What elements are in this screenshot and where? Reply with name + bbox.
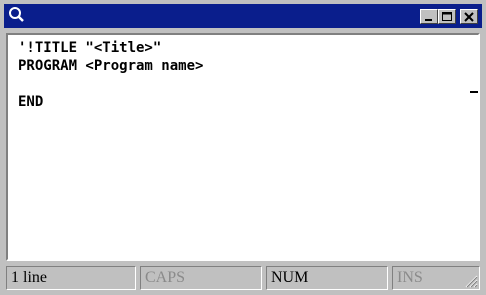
title-bar[interactable] bbox=[4, 4, 482, 28]
status-line-count: 1 line bbox=[6, 266, 136, 290]
magnifier-icon[interactable] bbox=[8, 6, 26, 24]
code-line-end[interactable]: END bbox=[18, 93, 43, 111]
scroll-position-marker bbox=[470, 91, 478, 93]
code-line-title[interactable]: '!TITLE "<Title>" bbox=[18, 39, 161, 57]
close-button[interactable] bbox=[460, 9, 478, 24]
close-icon bbox=[464, 12, 474, 22]
minimize-icon bbox=[425, 19, 432, 21]
code-editor[interactable]: '!TITLE "<Title>" PROGRAM <Program name>… bbox=[6, 33, 480, 261]
maximize-icon bbox=[442, 12, 452, 21]
code-line-program[interactable]: PROGRAM <Program name> bbox=[18, 57, 203, 75]
minimize-button[interactable] bbox=[420, 9, 438, 24]
resize-grip-icon[interactable] bbox=[464, 274, 478, 288]
editor-window: '!TITLE "<Title>" PROGRAM <Program name>… bbox=[0, 0, 486, 295]
status-caps: CAPS bbox=[140, 266, 262, 290]
maximize-button[interactable] bbox=[438, 9, 456, 24]
status-num: NUM bbox=[266, 266, 388, 290]
status-bar: 1 line CAPS NUM INS bbox=[6, 266, 480, 290]
